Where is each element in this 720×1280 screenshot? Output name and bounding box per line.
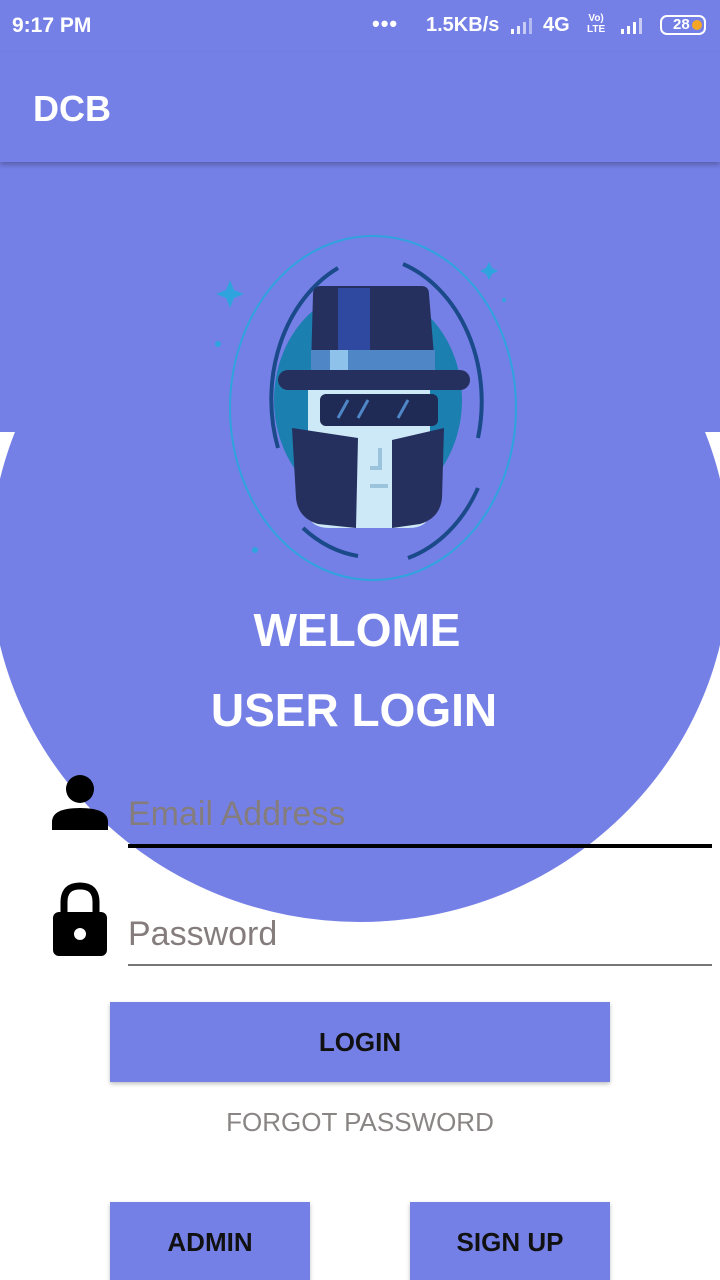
welcome-heading: WELOME bbox=[253, 604, 461, 656]
battery-icon: 28 bbox=[660, 15, 706, 35]
password-field[interactable] bbox=[128, 904, 712, 966]
volte-bottom: LTE bbox=[587, 24, 606, 35]
email-field[interactable] bbox=[128, 784, 712, 848]
network-speed: 1.5KB/s bbox=[426, 14, 500, 36]
battery-level: 28 bbox=[673, 16, 690, 33]
network-type: 4G bbox=[543, 14, 570, 36]
admin-button[interactable]: ADMIN bbox=[110, 1202, 310, 1280]
signup-button[interactable]: SIGN UP bbox=[410, 1202, 610, 1280]
app-title: DCB bbox=[33, 88, 111, 129]
signal-icon bbox=[621, 18, 642, 34]
forgot-password-link[interactable]: FORGOT PASSWORD bbox=[0, 1107, 720, 1138]
login-button[interactable]: LOGIN bbox=[110, 1002, 610, 1082]
status-time: 9:17 PM bbox=[12, 14, 92, 37]
status-bar: 9:17 PM ••• 1.5KB/s 4G Vo) LTE 28 bbox=[0, 0, 720, 52]
notification-dots: ••• bbox=[372, 11, 399, 36]
app-bar: DCB bbox=[0, 52, 720, 162]
page-title: USER LOGIN bbox=[210, 684, 498, 736]
volte-top: Vo) bbox=[588, 13, 604, 24]
lock-icon bbox=[53, 882, 107, 956]
person-icon bbox=[52, 775, 108, 830]
spy-agent-icon bbox=[215, 235, 517, 581]
battery-indicator bbox=[692, 20, 702, 30]
signal-icon bbox=[511, 18, 532, 34]
volte-badge: Vo) LTE bbox=[587, 13, 605, 35]
